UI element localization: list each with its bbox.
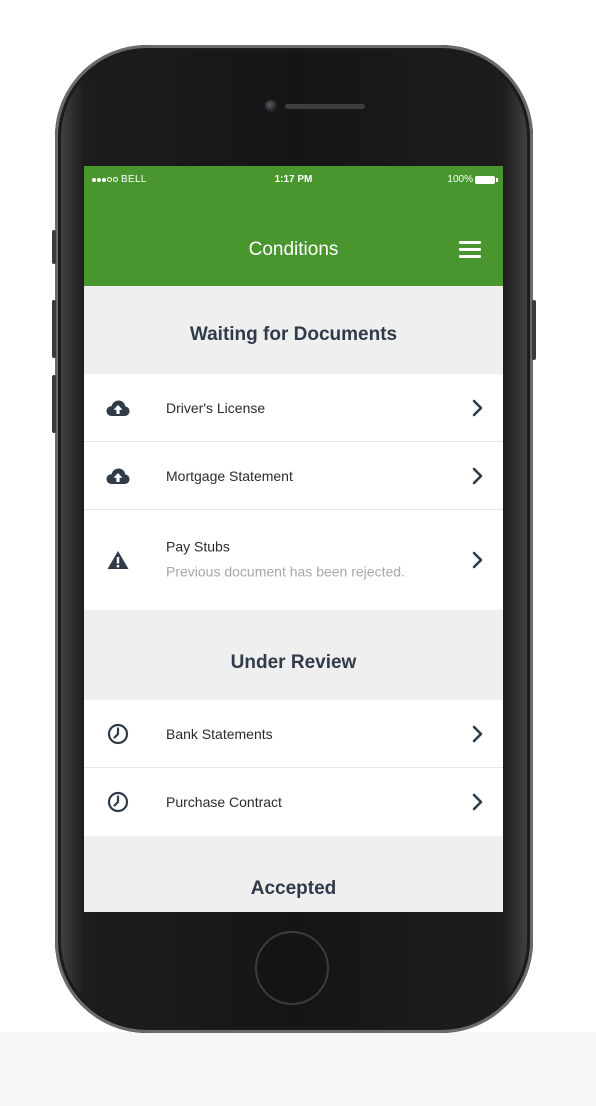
hamburger-menu-icon[interactable]	[459, 241, 481, 258]
row-label: Bank Statements	[166, 725, 273, 742]
section-header-waiting: Waiting for Documents	[84, 286, 503, 374]
section-header-under-review: Under Review	[84, 610, 503, 700]
phone-frame: BELL 1:17 PM 100% Conditions Waiting for…	[52, 45, 536, 1033]
battery-icon	[475, 175, 498, 184]
bottom-band	[0, 1032, 596, 1106]
row-sublabel: Previous document has been rejected.	[166, 563, 405, 580]
app-header: BELL 1:17 PM 100% Conditions	[84, 166, 503, 286]
page-title: Conditions	[248, 239, 339, 260]
row-text: Bank Statements	[166, 726, 453, 742]
waiting-documents-list: Driver's License Mortgage Statement Pay …	[84, 374, 503, 610]
condition-row-pay-stubs[interactable]: Pay Stubs Previous document has been rej…	[84, 510, 503, 610]
battery-status: 100%	[447, 174, 498, 185]
volume-down-button	[52, 375, 56, 433]
row-label: Mortgage Statement	[166, 467, 293, 484]
under-review-list: Bank Statements Purchase Contract	[84, 700, 503, 836]
condition-row-bank-statements[interactable]: Bank Statements	[84, 700, 503, 768]
status-time: 1:17 PM	[274, 174, 313, 185]
front-camera	[265, 100, 277, 112]
status-bar: BELL 1:17 PM 100%	[84, 174, 503, 188]
page: BELL 1:17 PM 100% Conditions Waiting for…	[0, 0, 596, 1106]
chevron-right-icon	[472, 551, 483, 569]
chevron-right-icon	[472, 467, 483, 484]
volume-up-button	[52, 300, 56, 358]
condition-row-purchase-contract[interactable]: Purchase Contract	[84, 768, 503, 836]
condition-row-mortgage-statement[interactable]: Mortgage Statement	[84, 442, 503, 510]
row-text: Purchase Contract	[166, 794, 453, 810]
battery-percent: 100%	[447, 174, 473, 185]
row-text: Driver's License	[166, 400, 453, 416]
clock-icon	[106, 722, 130, 746]
row-text: Mortgage Statement	[166, 468, 453, 484]
chevron-right-icon	[472, 793, 483, 811]
section-header-accepted: Accepted	[84, 836, 503, 912]
warning-icon	[106, 548, 130, 572]
cloud-upload-icon	[106, 464, 130, 488]
app-screen: BELL 1:17 PM 100% Conditions Waiting for…	[84, 166, 503, 912]
power-button	[532, 300, 536, 360]
home-button[interactable]	[255, 931, 329, 1005]
row-label: Driver's License	[166, 399, 266, 416]
mute-switch	[52, 230, 56, 264]
chevron-right-icon	[472, 725, 483, 742]
row-label: Purchase Contract	[166, 794, 282, 810]
chevron-right-icon	[472, 399, 483, 416]
row-text: Pay Stubs Previous document has been rej…	[166, 536, 453, 585]
row-label: Pay Stubs	[166, 538, 230, 555]
cloud-upload-icon	[106, 396, 130, 420]
earpiece-speaker	[285, 104, 365, 109]
condition-row-drivers-license[interactable]: Driver's License	[84, 374, 503, 442]
clock-icon	[106, 790, 130, 814]
